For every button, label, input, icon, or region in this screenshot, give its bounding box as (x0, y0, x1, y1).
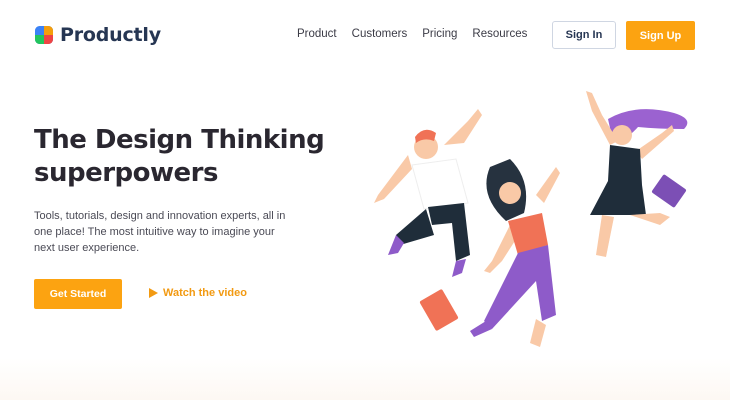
nav-pricing[interactable]: Pricing (422, 28, 457, 40)
nav-customers[interactable]: Customers (352, 28, 408, 40)
main-nav: Product Customers Pricing Resources (297, 28, 527, 40)
signin-button[interactable]: Sign In (552, 21, 616, 49)
logo-mark-icon (35, 26, 53, 44)
get-started-button[interactable]: Get Started (34, 279, 122, 309)
jumping-woman-right-figure (586, 91, 688, 257)
signup-button[interactable]: Sign Up (626, 21, 695, 50)
nav-product[interactable]: Product (297, 28, 337, 40)
brand-name: Productly (60, 24, 161, 46)
hero-title-line2: superpowers (34, 158, 218, 188)
play-icon (149, 288, 158, 298)
watch-video-link[interactable]: Watch the video (149, 287, 247, 299)
section-divider (0, 358, 730, 400)
brand-logo[interactable]: Productly (35, 24, 161, 46)
hero-title: The Design Thinking superpowers (34, 124, 354, 190)
site-header: Productly Product Customers Pricing Reso… (0, 0, 730, 72)
watch-video-label: Watch the video (163, 287, 247, 299)
jumping-man-figure (374, 109, 482, 277)
hero-title-line1: The Design Thinking (34, 125, 325, 155)
nav-resources[interactable]: Resources (472, 28, 527, 40)
hero-description: Tools, tutorials, design and innovation … (34, 210, 286, 254)
hero-illustration (374, 91, 688, 347)
